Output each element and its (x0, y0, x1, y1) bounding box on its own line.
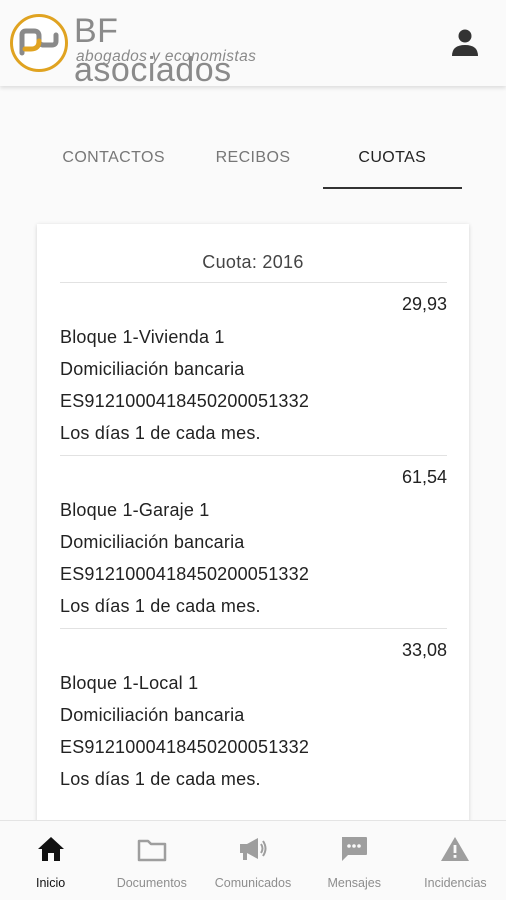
quota-payment-method: Domiciliación bancaria (60, 532, 245, 552)
warning-icon (440, 835, 470, 863)
nav-comunicados[interactable]: Comunicados (202, 821, 303, 900)
nav-label: Comunicados (214, 876, 292, 890)
quota-amount: 61,54 (401, 467, 447, 487)
folder-icon (137, 835, 167, 863)
nav-label: Inicio (36, 876, 66, 890)
card-title: Cuota: 2016 (202, 252, 304, 272)
quota-iban: ES9121000418450200051332 (60, 564, 310, 584)
app-header: BF asociados abogados y economistas (0, 0, 506, 89)
logo-emblem-icon (10, 14, 68, 72)
tab-recibos[interactable]: RECIBOS (183, 132, 322, 190)
nav-mensajes[interactable]: Mensajes (304, 821, 405, 900)
quota-unit: Bloque 1-Local 1 (60, 673, 199, 693)
nav-documentos[interactable]: Documentos (101, 821, 202, 900)
nav-label: Mensajes (327, 876, 381, 890)
quota-item[interactable]: 29,93 Bloque 1-Vivienda 1 Domiciliación … (60, 282, 447, 454)
tab-cuotas[interactable]: CUOTAS (322, 132, 463, 190)
quota-amount: 33,08 (401, 640, 447, 660)
quota-schedule: Los días 1 de cada mes. (60, 423, 261, 443)
app-screen: BF asociados abogados y economistas CONT… (0, 0, 506, 900)
brand-logo[interactable]: BF asociados abogados y economistas (10, 12, 270, 89)
quota-payment-method: Domiciliación bancaria (60, 705, 245, 725)
tab-contactos[interactable]: CONTACTOS (44, 132, 183, 190)
quota-unit: Bloque 1-Garaje 1 (60, 500, 210, 520)
quota-schedule: Los días 1 de cada mes. (60, 769, 261, 789)
nav-label: Incidencias (424, 876, 487, 890)
quota-schedule: Los días 1 de cada mes. (60, 596, 261, 616)
nav-label: Documentos (116, 876, 187, 890)
nav-inicio[interactable]: Inicio (0, 821, 101, 900)
bottom-navigation: Inicio Documentos Comunicados Mensajes I… (0, 820, 506, 900)
section-tabs: CONTACTOS RECIBOS CUOTAS (44, 132, 463, 190)
quota-item[interactable]: 61,54 Bloque 1-Garaje 1 Domiciliación ba… (60, 455, 447, 627)
chat-icon (339, 835, 369, 863)
quota-amount: 29,93 (401, 294, 447, 314)
megaphone-icon (238, 835, 268, 863)
quota-item[interactable]: 33,08 Bloque 1-Local 1 Domiciliación ban… (60, 628, 447, 800)
brand-subtitle: abogados y economistas (76, 48, 257, 65)
quota-iban: ES9121000418450200051332 (60, 391, 310, 411)
quota-unit: Bloque 1-Vivienda 1 (60, 327, 225, 347)
nav-incidencias[interactable]: Incidencias (405, 821, 506, 900)
quotas-card: Cuota: 2016 29,93 Bloque 1-Vivienda 1 Do… (37, 224, 469, 864)
quota-payment-method: Domiciliación bancaria (60, 359, 245, 379)
user-profile-icon[interactable] (450, 27, 480, 57)
home-icon (36, 835, 66, 863)
quota-iban: ES9121000418450200051332 (60, 737, 310, 757)
